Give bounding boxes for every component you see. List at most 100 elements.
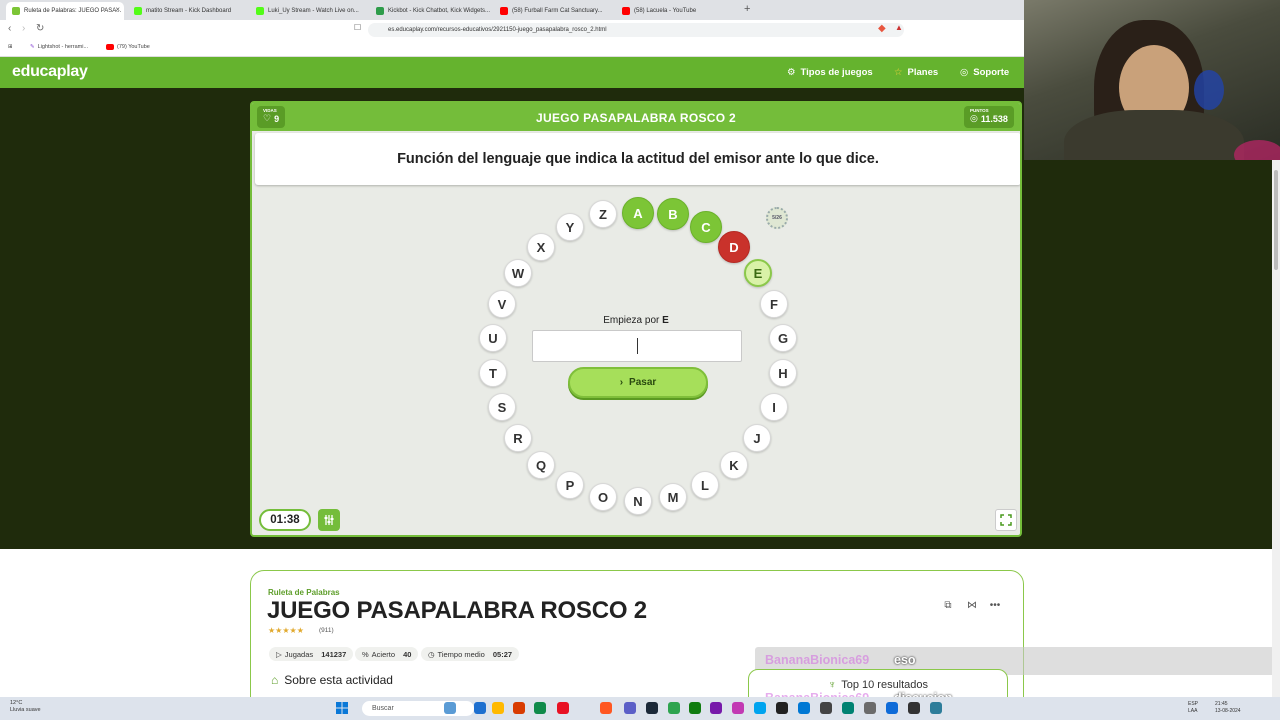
taskbar-app-icon[interactable]: [732, 702, 744, 714]
taskbar-search[interactable]: Buscar: [362, 701, 474, 716]
tab-label: (58) Furball Farm Cat Sanctuary...: [512, 8, 603, 14]
taskbar-app-icon[interactable]: [474, 702, 486, 714]
sliders-icon: [324, 515, 334, 525]
nav-soporte[interactable]: ◎ Soporte: [960, 67, 1009, 78]
rating-count: (911): [319, 627, 334, 634]
bookmark-lightshot[interactable]: ✎ Lightshot - herrami...: [30, 44, 88, 50]
educaplay-logo[interactable]: educaplay: [12, 63, 88, 81]
chat-message: eso: [894, 653, 916, 667]
browser-tab-bar: Ruleta de Palabras: JUEGO PASA... × matito…: [0, 0, 1024, 20]
taskbar-app-icon[interactable]: [557, 702, 569, 714]
about-activity[interactable]: ⌂ Sobre esta actividad: [271, 673, 393, 687]
tab-favicon-icon: [12, 7, 20, 15]
taskbar-app-icon[interactable]: [444, 702, 456, 714]
tab-label: Luki_Uy Stream - Watch Live on...: [268, 8, 359, 14]
brave-shield-icon[interactable]: ◆: [878, 23, 886, 34]
taskbar-app-icon[interactable]: [668, 702, 680, 714]
letter-m: M: [659, 483, 687, 511]
taskbar-app-icon[interactable]: [534, 702, 546, 714]
new-tab-button[interactable]: +: [744, 3, 750, 15]
clock[interactable]: 21:45 13-08-2024: [1215, 701, 1241, 715]
letter-h: H: [769, 359, 797, 387]
browser-tab[interactable]: Kickbot - Kick Chatbot, Kick Widgets...: [370, 2, 490, 20]
fullscreen-button[interactable]: [995, 509, 1017, 531]
tab-favicon-icon: [256, 7, 264, 15]
progress-indicator: 5/26: [766, 207, 788, 229]
percent-icon: %: [362, 649, 369, 659]
letter-q: Q: [527, 451, 555, 479]
taskbar-app-icon[interactable]: [492, 702, 504, 714]
nav-tipos-de-juegos[interactable]: ⚙ Tipos de juegos: [787, 67, 873, 78]
page-scrollbar[interactable]: [1272, 160, 1280, 697]
rewards-icon[interactable]: ▲: [895, 23, 903, 32]
browser-tab[interactable]: Luki_Uy Stream - Watch Live on...: [250, 2, 366, 20]
letter-b: B: [657, 198, 689, 230]
webcam-overlay: [1024, 0, 1280, 160]
settings-button[interactable]: [318, 509, 340, 531]
taskbar-app-icon[interactable]: [754, 702, 766, 714]
about-icon: ⌂: [271, 673, 279, 687]
copy-icon[interactable]: ⧉: [941, 598, 955, 612]
tab-favicon-icon: [134, 7, 142, 15]
windows-start-icon[interactable]: [336, 702, 348, 714]
browser-tab[interactable]: Ruleta de Palabras: JUEGO PASA... ×: [6, 2, 124, 20]
taskbar-app-icon[interactable]: [513, 702, 525, 714]
star-icon: ☆: [894, 67, 903, 78]
letter-i: I: [760, 393, 788, 421]
share-icon[interactable]: ⋈: [965, 598, 979, 612]
taskbar-app-icon[interactable]: [624, 702, 636, 714]
taskbar-app-icon[interactable]: [864, 702, 876, 714]
bookmark-youtube[interactable]: (79) YouTube: [106, 44, 150, 50]
rating-stars[interactable]: ★★★★★: [268, 626, 304, 635]
letter-j: J: [743, 424, 771, 452]
taskbar-app-icon[interactable]: [776, 702, 788, 714]
letter-w: W: [504, 259, 532, 287]
weather-widget[interactable]: 12°C Lluvia suave: [10, 700, 41, 714]
forward-icon[interactable]: ›: [22, 23, 25, 34]
letter-k: K: [720, 451, 748, 479]
more-options-icon[interactable]: •••: [988, 598, 1002, 612]
letter-v: V: [488, 290, 516, 318]
tab-favicon-icon: [500, 7, 508, 15]
letter-o: O: [589, 483, 617, 511]
browser-tab[interactable]: (58) Furball Farm Cat Sanctuary...: [494, 2, 612, 20]
stat-plays: ▷ Jugadas 141237: [269, 647, 354, 661]
taskbar-app-icon[interactable]: [710, 702, 722, 714]
taskbar-app-icon[interactable]: [908, 702, 920, 714]
letter-p: P: [556, 471, 584, 499]
taskbar-app-icon[interactable]: [842, 702, 854, 714]
letter-n: N: [624, 487, 652, 515]
browser-tab[interactable]: (58) Lacuela - YouTube: [616, 2, 734, 20]
site-header: educaplay ⚙ Tipos de juegos ☆ Planes ◎ Sopo…: [0, 57, 1024, 88]
taskbar-app-icon[interactable]: [646, 702, 658, 714]
taskbar-app-icon[interactable]: [689, 702, 701, 714]
language-indicator[interactable]: ESP LAA: [1188, 701, 1198, 715]
points-counter: PUNTOS ◎ 11.538: [964, 106, 1014, 128]
activity-category[interactable]: Ruleta de Palabras: [268, 588, 340, 597]
close-tab-icon[interactable]: ×: [115, 5, 120, 14]
scrollbar-thumb[interactable]: [1274, 170, 1278, 270]
letter-e: E: [744, 259, 772, 287]
taskbar-app-icon[interactable]: [798, 702, 810, 714]
stat-accuracy: % Acierto 40: [355, 647, 419, 661]
apps-grid-icon[interactable]: ⊞: [8, 44, 13, 50]
letter-d: D: [718, 231, 750, 263]
letter-c: C: [690, 211, 722, 243]
game-panel: VIDAS ♡ 9 JUEGO PASAPALABRA ROSCO 2 PUNTO…: [250, 101, 1022, 537]
text-caret: [637, 338, 638, 354]
support-icon: ◎: [960, 67, 969, 78]
letter-u: U: [479, 324, 507, 352]
letter-x: X: [527, 233, 555, 261]
browser-tab[interactable]: matito Stream - Kick Dashboard: [128, 2, 246, 20]
url-field[interactable]: es.educaplay.com/recursos-educativos/292…: [368, 23, 904, 37]
pass-button[interactable]: › Pasar: [568, 367, 708, 398]
taskbar-app-icon[interactable]: [930, 702, 942, 714]
taskbar-app-icon[interactable]: [886, 702, 898, 714]
taskbar-app-icon[interactable]: [600, 702, 612, 714]
back-icon[interactable]: ‹: [8, 23, 11, 34]
reload-icon[interactable]: ↻: [36, 23, 44, 34]
bookmark-star-icon[interactable]: ☐: [354, 23, 361, 32]
taskbar-app-icon[interactable]: [820, 702, 832, 714]
prompt-label: Empieza por E: [603, 315, 669, 326]
nav-planes[interactable]: ☆ Planes: [894, 67, 938, 78]
